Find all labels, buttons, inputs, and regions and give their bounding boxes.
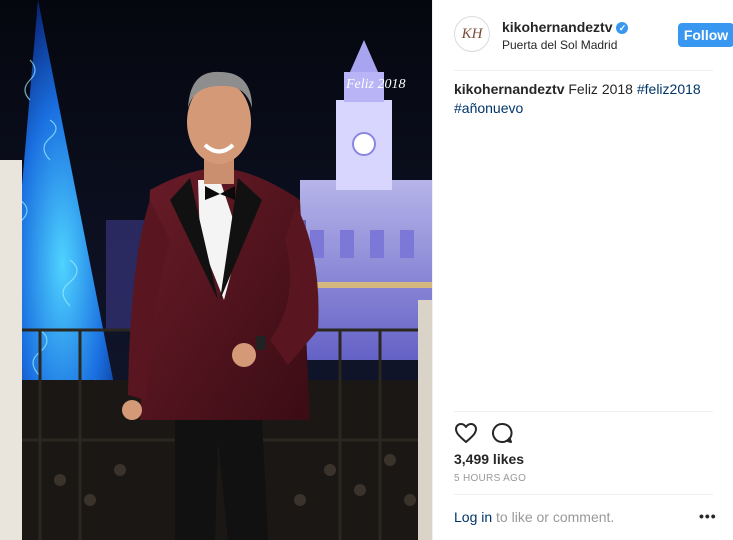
- hashtag-feliz2018[interactable]: #feliz2018: [637, 81, 701, 97]
- username-link[interactable]: kikohernandeztv ✓: [502, 19, 629, 35]
- follow-button[interactable]: Follow: [678, 23, 733, 47]
- post-timestamp[interactable]: 5 HOURS AGO: [454, 473, 526, 484]
- post-header: KH kikohernandeztv ✓ Puerta del Sol Madri…: [454, 16, 733, 56]
- post-photo[interactable]: Feliz 2018: [0, 0, 432, 540]
- hashtag-anonuevo[interactable]: #añonuevo: [454, 100, 523, 116]
- location-link[interactable]: Puerta del Sol Madrid: [502, 38, 617, 52]
- heart-icon[interactable]: [454, 421, 478, 445]
- avatar[interactable]: KH: [454, 16, 490, 52]
- photo-sign-text: Feliz 2018: [345, 77, 406, 92]
- photo-scene: Feliz 2018: [0, 0, 432, 540]
- caption-username[interactable]: kikohernandeztv: [454, 81, 564, 97]
- verified-badge-icon: ✓: [616, 22, 629, 34]
- header-divider: [454, 70, 713, 71]
- comment-icon[interactable]: [490, 421, 514, 445]
- login-prompt: Log in to like or comment.: [454, 509, 614, 525]
- login-suffix: to like or comment.: [492, 509, 615, 525]
- caption-text: Feliz 2018: [564, 81, 637, 97]
- actions-divider: [454, 411, 713, 412]
- post-sidebar: KH kikohernandeztv ✓ Puerta del Sol Madri…: [432, 0, 733, 540]
- login-link[interactable]: Log in: [454, 509, 492, 525]
- username-text[interactable]: kikohernandeztv: [502, 19, 612, 35]
- comment-divider: [454, 494, 713, 495]
- post-caption: kikohernandeztv Feliz 2018 #feliz2018 #añ…: [454, 80, 713, 118]
- likes-count[interactable]: 3,499 likes: [454, 451, 524, 467]
- more-options-icon[interactable]: •••: [699, 508, 717, 524]
